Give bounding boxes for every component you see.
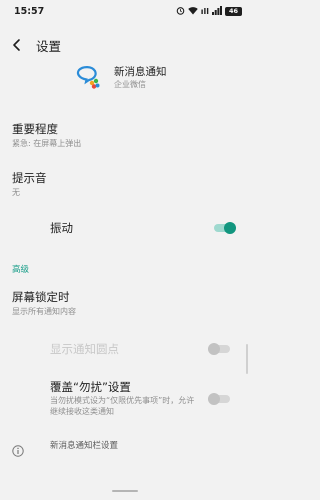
status-bar: 15:57 ıll 46 [0,0,250,22]
sound-subtitle: 无 [12,188,20,197]
wifi-icon [188,6,198,17]
toggle-knob [208,343,220,355]
section-advanced: 高级 [12,265,30,275]
app-header-texts: 新消息通知 企业微信 [114,66,167,90]
lockscreen-subtitle: 显示所有通知内容 [12,307,76,316]
status-icons: ıll 46 [176,5,242,17]
app-header: 新消息通知 企业微信 [74,62,167,94]
importance-title: 重要程度 [12,122,58,136]
status-time: 15:57 [14,5,45,17]
lockscreen-setting[interactable]: 屏幕锁定时 显示所有通知内容 [0,288,250,322]
importance-setting[interactable]: 重要程度 紧急: 在屏幕上弹出 [0,120,250,156]
app-subtitle: 企业微信 [114,80,146,89]
importance-subtitle: 紧急: 在屏幕上弹出 [12,139,82,148]
badge-setting: 显示通知圆点 [0,336,250,364]
badge-title: 显示通知圆点 [50,342,119,356]
vibration-title: 振动 [50,221,73,235]
back-arrow-icon[interactable] [10,37,26,53]
battery-icon: 46 [225,6,242,16]
app-name: 新消息通知 [114,66,167,78]
dnd-title: 覆盖“勿扰”设置 [50,380,131,394]
page-title: 设置 [36,38,62,54]
signal-bars-icon [212,5,222,17]
info-icon [12,442,24,457]
footer-setting[interactable]: 新消息通知栏设置 [0,438,250,458]
signal-icon: ıll [200,6,209,16]
vibration-toggle[interactable] [214,222,236,234]
dnd-setting[interactable]: 覆盖“勿扰”设置 当勿扰模式设为“仅限优先事项”时，允许继续接收这类通知 [0,378,250,422]
toggle-knob [224,222,236,234]
sound-setting[interactable]: 提示音 无 [0,169,250,203]
sound-title: 提示音 [12,171,47,185]
lockscreen-title: 屏幕锁定时 [12,290,70,304]
home-indicator[interactable] [112,490,138,492]
dnd-subtitle: 当勿扰模式设为“仅限优先事项”时，允许继续接收这类通知 [50,396,195,416]
footer-label: 新消息通知栏设置 [50,441,119,451]
toggle-knob [208,393,220,405]
vibration-setting[interactable]: 振动 [0,214,250,244]
wecom-app-icon [74,64,102,92]
app-bar: 设置 [0,30,250,60]
alarm-icon [176,6,185,17]
badge-toggle [208,343,230,355]
dnd-toggle[interactable] [208,393,230,405]
scrollbar[interactable] [246,344,248,374]
